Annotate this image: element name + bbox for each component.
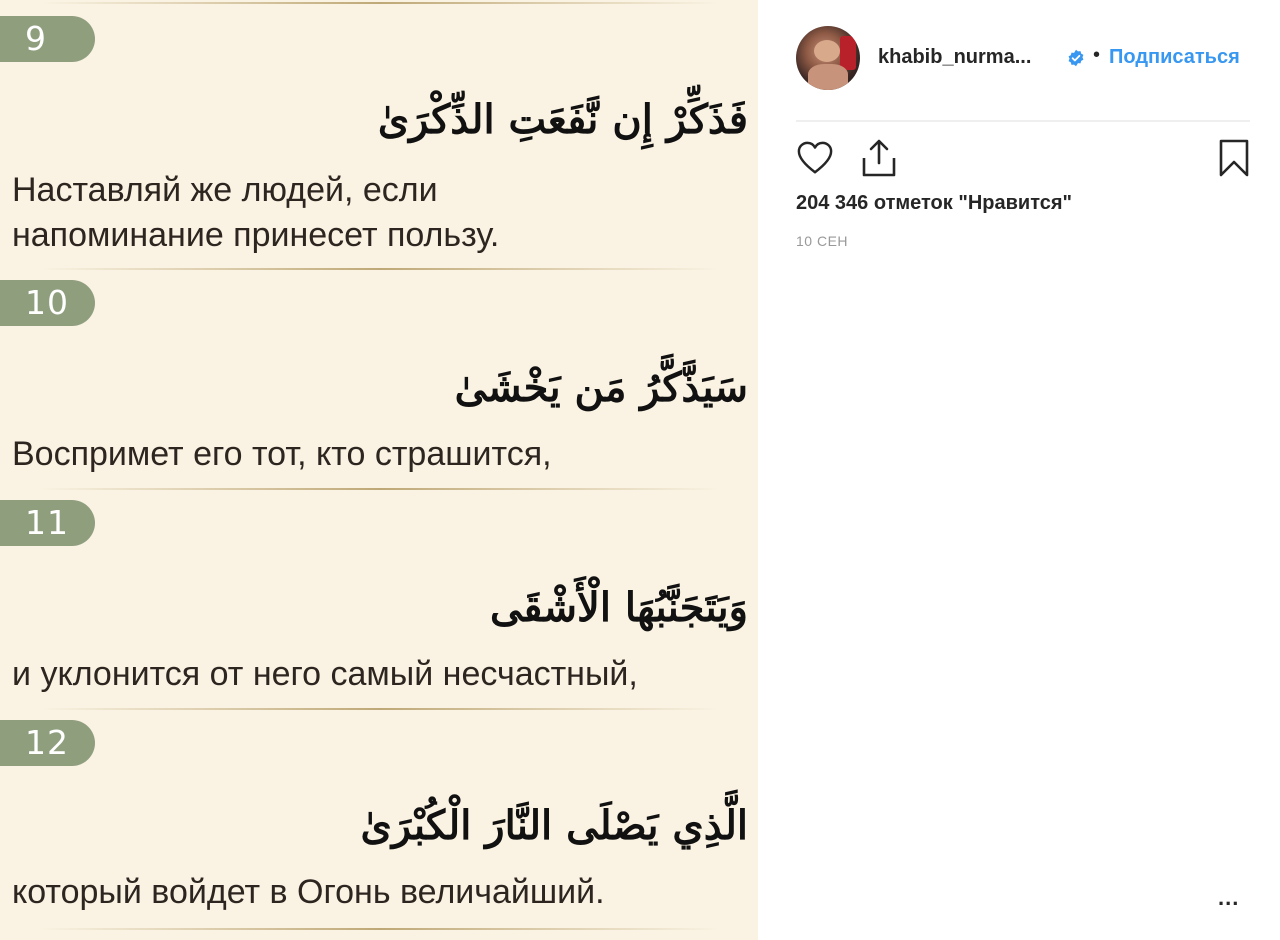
divider-line	[40, 268, 720, 270]
verse-arabic-text: فَذَكِّرْ إِن نَّفَعَتِ الذِّكْرَىٰ	[377, 96, 748, 143]
avatar[interactable]	[796, 26, 860, 90]
divider-line	[40, 2, 720, 4]
post-date[interactable]: 10 СЕН	[796, 233, 848, 249]
verse-number-badge: 9	[0, 16, 95, 62]
username-link[interactable]: khabib_nurma...	[878, 46, 1031, 69]
heart-icon[interactable]	[796, 140, 834, 176]
post-image: 9 فَذَكِّرْ إِن نَّفَعَتِ الذِّكْرَىٰ На…	[0, 0, 758, 940]
verse-translation-line: напоминание принесет пользу.	[12, 216, 500, 254]
separator-dot: •	[1093, 44, 1101, 66]
divider-line	[40, 708, 720, 710]
verse-number-badge: 10	[0, 280, 95, 326]
verse-translation-line: Наставляй же людей, если	[12, 171, 438, 209]
bookmark-icon[interactable]	[1218, 138, 1250, 178]
verse-translation-line: который войдет в Огонь величайший.	[12, 873, 605, 911]
verse-arabic-text: وَيَتَجَنَّبُهَا الْأَشْقَى	[489, 584, 748, 631]
verse-number-badge: 11	[0, 500, 95, 546]
verse-arabic-text: الَّذِي يَصْلَى النَّارَ الْكُبْرَىٰ	[360, 802, 749, 849]
share-icon[interactable]	[860, 138, 898, 178]
divider-line	[40, 928, 720, 930]
header-divider	[796, 120, 1250, 122]
verse-arabic-text: سَيَذَّكَّرُ مَن يَخْشَىٰ	[454, 364, 748, 411]
post-side-panel: khabib_nurma... • Подписаться 204 346 от…	[758, 0, 1280, 940]
verse-translation-line: Воспримет его тот, кто страшится,	[12, 435, 552, 473]
likes-count[interactable]: 204 346 отметок "Нравится"	[796, 192, 1072, 215]
verified-badge-icon	[1068, 49, 1084, 67]
divider-line	[40, 488, 720, 490]
more-options-button[interactable]: ...	[1218, 885, 1239, 911]
follow-button[interactable]: Подписаться	[1109, 46, 1251, 69]
verse-number-badge: 12	[0, 720, 95, 766]
verse-translation-line: и уклонится от него самый несчастный,	[12, 655, 638, 693]
